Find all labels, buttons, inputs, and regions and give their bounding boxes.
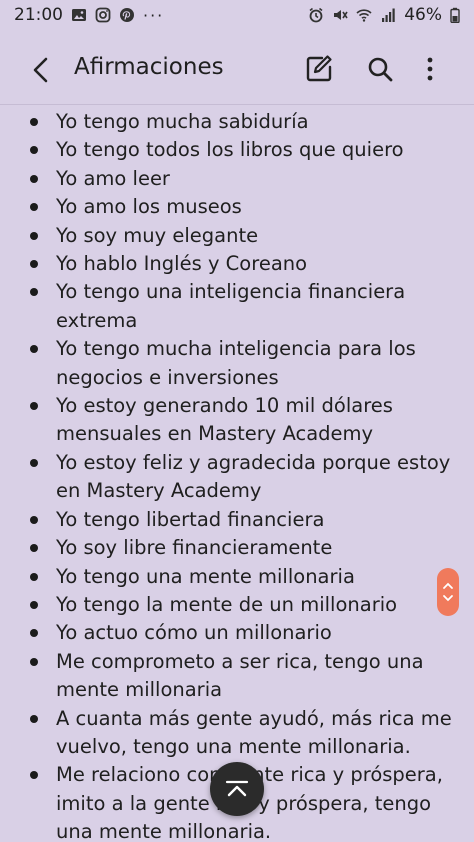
chevron-up-icon <box>443 582 453 589</box>
pinterest-icon <box>120 8 134 22</box>
list-item: Yo hablo Inglés y Coreano <box>0 250 474 278</box>
chevron-down-icon <box>443 595 453 602</box>
status-bar: 21:00 ··· 46% <box>0 0 474 30</box>
list-item: Yo tengo libertad financiera <box>0 506 474 534</box>
list-item: Yo amo leer <box>0 165 474 193</box>
list-item: Yo estoy feliz y agradecida porque estoy… <box>0 449 474 506</box>
note-content[interactable]: Yo tengo mucha sabiduría Yo tengo todos l… <box>0 106 474 842</box>
list-item: Yo tengo una inteligencia financiera ext… <box>0 278 474 335</box>
list-item: Yo amo los museos <box>0 193 474 221</box>
list-item: Yo tengo mucha sabiduría <box>0 108 474 136</box>
status-overflow: ··· <box>143 5 165 25</box>
affirmation-list: Yo tengo mucha sabiduría Yo tengo todos l… <box>0 108 474 842</box>
list-item: Yo tengo todos los libros que quiero <box>0 136 474 164</box>
list-item: Yo tengo mucha inteligencia para los neg… <box>0 335 474 392</box>
arrow-up-icon <box>225 780 249 797</box>
status-right: 46% <box>308 5 460 25</box>
app-bar: Afirmaciones <box>0 40 474 100</box>
list-item: Yo estoy generando 10 mil dólares mensua… <box>0 392 474 449</box>
instagram-icon <box>95 7 111 23</box>
list-item: A cuanta más gente ayudó, más rica me vu… <box>0 705 474 762</box>
battery-icon <box>450 7 460 23</box>
status-time: 21:00 <box>14 5 63 25</box>
status-left: 21:00 ··· <box>14 5 164 25</box>
page-title: Afirmaciones <box>74 54 224 80</box>
signal-icon <box>382 8 395 22</box>
wifi-icon <box>356 9 372 22</box>
scroll-to-top-button[interactable] <box>210 762 264 816</box>
fast-scroll-handle[interactable] <box>437 568 459 616</box>
list-item: Yo tengo la mente de un millonario <box>0 591 474 619</box>
more-vert-icon[interactable] <box>418 52 442 86</box>
list-item: Yo tengo una mente millonaria <box>0 563 474 591</box>
alarm-icon <box>309 7 323 23</box>
search-icon[interactable] <box>364 52 396 86</box>
list-item: Yo actuo cómo un millonario <box>0 619 474 647</box>
edit-icon[interactable] <box>303 52 335 86</box>
mute-icon <box>334 10 348 20</box>
list-item: Me comprometo a ser rica, tengo una ment… <box>0 648 474 705</box>
app-bar-divider <box>0 104 474 105</box>
gallery-icon <box>72 9 86 21</box>
battery-percent: 46% <box>404 5 442 25</box>
list-item: Yo soy muy elegante <box>0 222 474 250</box>
list-item: Yo soy libre financieramente <box>0 534 474 562</box>
back-icon[interactable] <box>28 54 56 86</box>
